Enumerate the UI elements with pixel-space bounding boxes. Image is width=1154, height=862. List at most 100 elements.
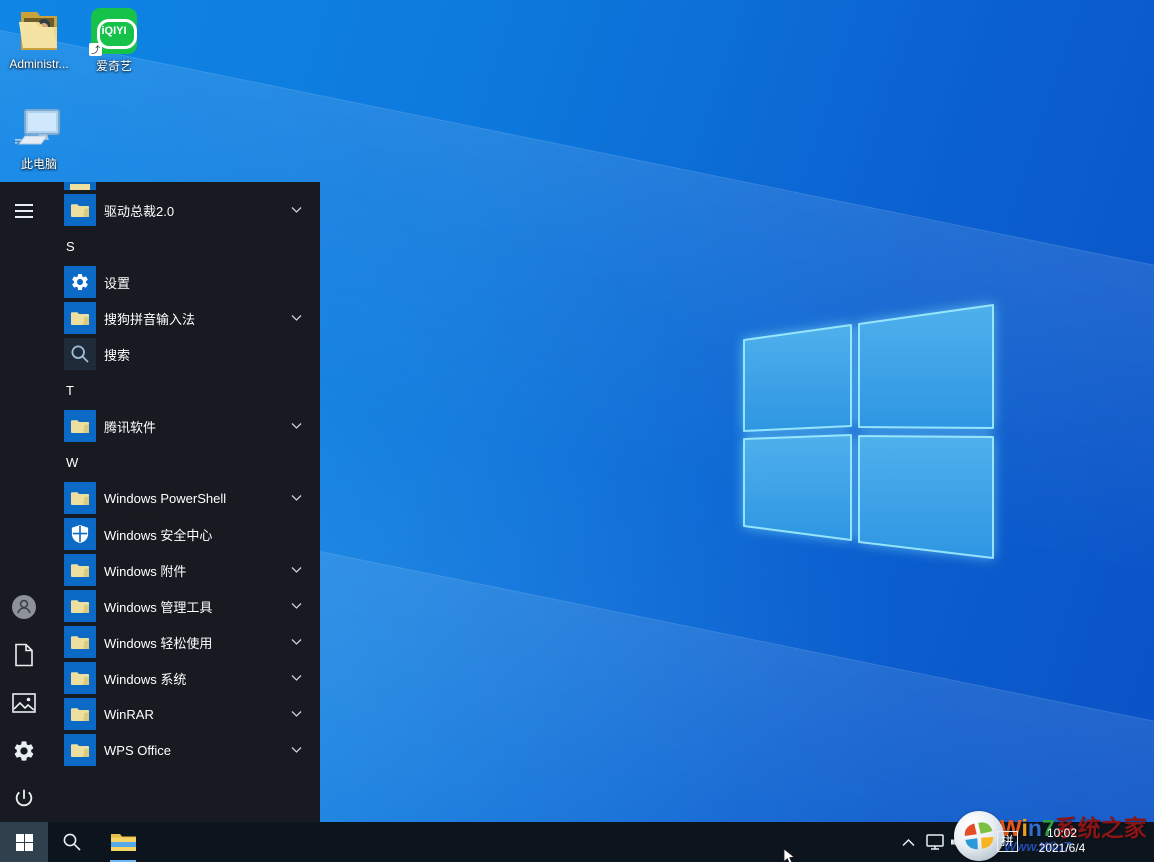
chevron-up-icon (902, 838, 915, 847)
desktop-icon-label: 此电脑 (0, 155, 78, 172)
chevron-down-icon (291, 639, 302, 646)
file-explorer-button[interactable] (100, 822, 146, 862)
start-menu-item[interactable]: Windows 管理工具 (0, 588, 320, 624)
chevron-down-icon (291, 567, 302, 574)
power-button[interactable] (0, 774, 48, 822)
start-menu-item-label: Windows 安全中心 (104, 525, 212, 544)
gear-icon (70, 272, 90, 292)
app-tile-folder (64, 482, 96, 514)
mouse-cursor (783, 848, 796, 862)
start-menu-app-list: 驱动总裁2.0 S 设置搜狗拼音输入法搜索 T 腾讯软件 W Windows PowerSh… (0, 192, 320, 768)
start-button[interactable] (0, 822, 48, 862)
administrator-folder-icon (0, 6, 78, 54)
app-tile-folder (64, 302, 96, 334)
app-tile-folder (64, 698, 96, 730)
ethernet-network-icon (926, 834, 945, 850)
start-menu-item-label: Windows 系统 (104, 669, 186, 688)
folder-icon (70, 203, 90, 218)
taskbar-clock[interactable]: 10:02 2021/6/4 (1022, 826, 1102, 856)
start-menu-item[interactable]: Windows PowerShell (0, 480, 320, 516)
start-menu-item-label: 设置 (104, 273, 130, 292)
desktop-icon-administrator[interactable]: Administr... (0, 6, 78, 71)
app-tile-folder (64, 590, 96, 622)
start-menu-item[interactable]: Windows 附件 (0, 552, 320, 588)
start-menu-item[interactable]: WPS Office (0, 732, 320, 768)
start-menu: 驱动总裁2.0 S 设置搜狗拼音输入法搜索 T 腾讯软件 W Windows PowerSh… (0, 182, 320, 822)
chevron-down-icon (291, 207, 302, 214)
chevron-down-icon (291, 495, 302, 502)
start-menu-item[interactable]: Windows 安全中心 (0, 516, 320, 552)
start-menu-item-label: 腾讯软件 (104, 417, 156, 436)
shortcut-arrow-icon: ⤴ (89, 43, 102, 56)
start-menu-section-header-W[interactable]: W (0, 444, 320, 480)
app-tile-gear (64, 266, 96, 298)
section-letter: S (66, 239, 75, 254)
network-button[interactable] (922, 822, 948, 862)
start-menu-item-label: Windows 附件 (104, 561, 186, 580)
start-menu-item-label: WPS Office (104, 743, 171, 758)
app-tile-folder (64, 554, 96, 586)
iqiyi-logo-text: iQIYI (101, 25, 126, 37)
folder-icon (70, 743, 90, 758)
desktop-icon-this-pc[interactable]: 此电脑 (0, 104, 78, 172)
chevron-down-icon (291, 675, 302, 682)
search-icon (62, 832, 82, 852)
start-menu-item-label: 搜狗拼音输入法 (104, 309, 195, 328)
start-menu-item[interactable]: 设置 (0, 264, 320, 300)
start-menu-item[interactable]: 搜索 (0, 336, 320, 372)
start-menu-item[interactable]: WinRAR (0, 696, 320, 732)
app-tile-shield (64, 518, 96, 550)
start-menu-item[interactable]: 腾讯软件 (0, 408, 320, 444)
power-icon (13, 787, 35, 809)
desktop-icon-label: Administr... (0, 57, 78, 71)
start-menu-item-label: Windows 轻松使用 (104, 633, 212, 652)
chevron-down-icon (291, 423, 302, 430)
folder-icon (70, 491, 90, 506)
start-menu-item-label: 搜索 (104, 345, 130, 364)
shield-icon (71, 524, 89, 544)
desktop-icon-iqiyi[interactable]: iQIYI ⤴ 爱奇艺 (75, 6, 153, 74)
desktop-icon-label: 爱奇艺 (75, 57, 153, 74)
start-menu-item-label: Windows PowerShell (104, 491, 226, 506)
app-tile-folder (64, 410, 96, 442)
this-pc-icon (0, 104, 78, 152)
folder-icon (70, 599, 90, 614)
chevron-down-icon (291, 603, 302, 610)
folder-icon (70, 563, 90, 578)
clock-time: 10:02 (1022, 826, 1102, 841)
start-menu-item-label: 驱动总裁2.0 (104, 201, 174, 220)
app-tile-folder (64, 662, 96, 694)
folder-icon (70, 311, 90, 326)
section-letter: T (66, 383, 74, 398)
start-menu-item-label: Windows 管理工具 (104, 597, 212, 616)
file-explorer-icon (110, 831, 137, 853)
start-menu-item[interactable]: 搜狗拼音输入法 (0, 300, 320, 336)
hidden-icons-button[interactable] (896, 822, 920, 862)
windows-desktop-screen: Administr... iQIYI ⤴ 爱奇艺 此电脑 (0, 0, 1154, 862)
taskbar-search-button[interactable] (52, 822, 92, 862)
clock-date: 2021/6/4 (1022, 841, 1102, 856)
start-menu-item[interactable]: 驱动总裁2.0 (0, 192, 320, 228)
chevron-down-icon (291, 747, 302, 754)
start-menu-item[interactable]: Windows 轻松使用 (0, 624, 320, 660)
folder-icon (70, 419, 90, 434)
iqiyi-app-icon: iQIYI ⤴ (91, 8, 137, 54)
app-tile-search (64, 338, 96, 370)
folder-icon (70, 707, 90, 722)
folder-icon (70, 635, 90, 650)
start-menu-item-label: WinRAR (104, 707, 154, 722)
search-icon (70, 344, 90, 364)
start-menu-item-partial (64, 182, 96, 190)
folder-icon (70, 671, 90, 686)
app-tile-folder (64, 194, 96, 226)
chevron-down-icon (291, 315, 302, 322)
windows-flag-icon (16, 834, 33, 851)
chevron-down-icon (291, 711, 302, 718)
app-tile-folder (64, 626, 96, 658)
ime-indicator[interactable]: 拼 (997, 831, 1018, 852)
app-tile-folder (64, 734, 96, 766)
section-letter: W (66, 455, 78, 470)
start-menu-section-header-S[interactable]: S (0, 228, 320, 264)
start-menu-section-header-T[interactable]: T (0, 372, 320, 408)
start-menu-item[interactable]: Windows 系统 (0, 660, 320, 696)
